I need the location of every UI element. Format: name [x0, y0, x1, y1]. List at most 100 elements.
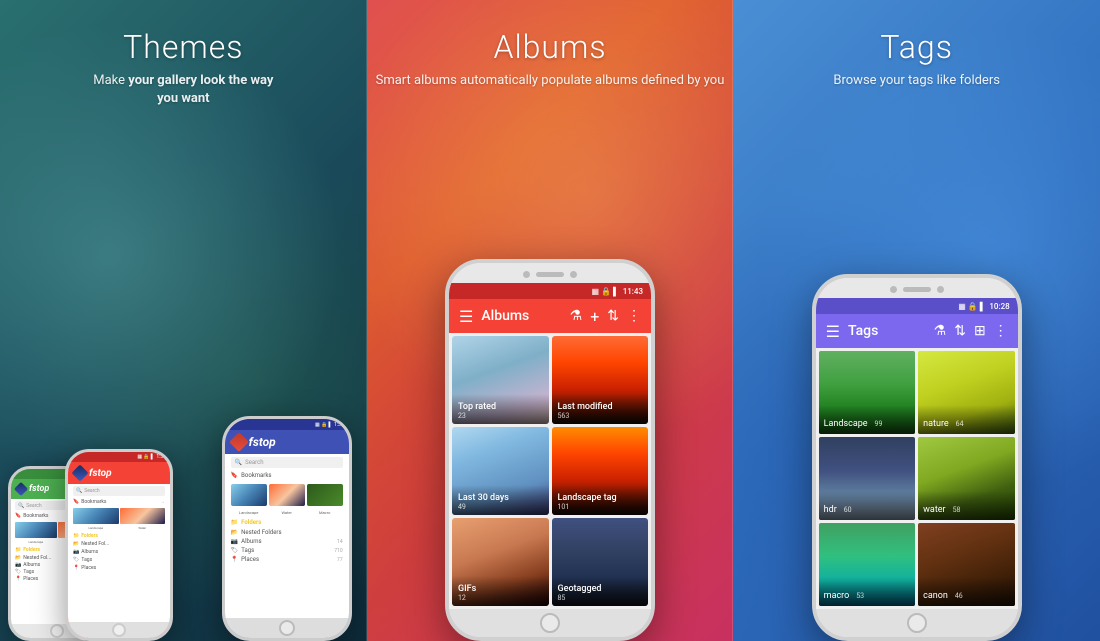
- tags-icon-blue: 🏷: [231, 547, 239, 554]
- albums-phone-container: ▦ 🔒 ▌ 11:43 ☰ Albums ⚗ + ⇅ ⋮: [367, 90, 734, 641]
- tags-status-icons: ▦ 🔒 ▌: [958, 302, 985, 311]
- thumb-m-blue: [307, 484, 343, 506]
- tag-landscape-count: 99: [875, 420, 883, 428]
- tags-sort-icon[interactable]: ⇅: [954, 323, 966, 339]
- themes-heading: Themes: [93, 28, 273, 66]
- fstop-diamond-blue: [229, 432, 249, 452]
- album-last-30-name: Last 30 days: [458, 493, 543, 503]
- tags-subtitle: Browse your tags like folders: [833, 72, 1000, 90]
- tag-canon[interactable]: canon 46: [918, 523, 1015, 606]
- tags-red: 🏷 Tags: [68, 556, 170, 564]
- folder-icon-1: 📁: [15, 547, 21, 553]
- add-icon[interactable]: +: [590, 307, 599, 326]
- tag-hdr-count: 60: [844, 506, 852, 514]
- tags-phone: ▦ 🔒 ▌ 10:28 ☰ Tags ⚗ ⇅ ⊞ ⋮: [812, 274, 1022, 641]
- places-count-blue: 77: [337, 557, 343, 563]
- bookmarks-label-1: Bookmarks: [23, 513, 48, 519]
- album-gifs[interactable]: GIFs 12: [452, 518, 549, 606]
- themes-phones: ▦ 🔒 ▌ 1:34 fstop 🔍 Search: [0, 108, 367, 641]
- album-landscape-count: 101: [558, 503, 643, 511]
- folders-label-blue: Folders: [241, 519, 261, 526]
- bookmarks-label-red: Bookmarks: [81, 499, 106, 505]
- tag-water[interactable]: water 58: [918, 437, 1015, 520]
- themes-panel: Themes Make your gallery look the wayyou…: [0, 0, 367, 641]
- folders-red: 📁 Folders: [68, 532, 170, 540]
- thumb-s-blue: [269, 484, 305, 506]
- album-last-modified-label: Last modified 563: [552, 394, 649, 424]
- tag-hdr[interactable]: hdr 60: [819, 437, 916, 520]
- tag-water-name: water: [923, 505, 945, 515]
- album-last-modified[interactable]: Last modified 563: [552, 336, 649, 424]
- tags-label-blue: Tags: [241, 547, 254, 554]
- places-label-red: Places: [81, 565, 96, 571]
- phone-top: [449, 263, 651, 283]
- camera-dot: [523, 271, 530, 278]
- tags-toolbar: ☰ Tags ⚗ ⇅ ⊞ ⋮: [816, 314, 1018, 348]
- bookmarks-blue: 🔖 Bookmarks: [225, 471, 349, 480]
- albums-heading: Albums: [376, 28, 725, 66]
- album-geo-name: Geotagged: [558, 584, 643, 594]
- albums-red: 📷 Albums: [68, 548, 170, 556]
- folders-blue: 📁 Folders: [225, 517, 349, 528]
- album-landscape-tag[interactable]: Landscape tag 101: [552, 427, 649, 515]
- nested-label-blue: Nested Folders: [241, 529, 281, 536]
- places-icon-red: 📍: [73, 565, 79, 571]
- album-last-30-label: Last 30 days 49: [452, 485, 549, 515]
- tag-macro[interactable]: macro 53: [819, 523, 916, 606]
- album-gifs-name: GIFs: [458, 584, 543, 594]
- album-last-30[interactable]: Last 30 days 49: [452, 427, 549, 515]
- search-icon-red: 🔍: [76, 488, 82, 494]
- album-gifs-count: 12: [458, 594, 543, 602]
- search-label-1: Search: [26, 503, 41, 509]
- tags-status-time: 10:28: [989, 302, 1009, 311]
- thumb-row-blue: [225, 482, 349, 508]
- status-red: ▦ 🔒 ▌ 1:34: [68, 452, 170, 462]
- album-top-rated-label: Top rated 23: [452, 394, 549, 424]
- app-header-red: fstop: [68, 462, 170, 484]
- places-icon-1: 📍: [15, 576, 21, 582]
- fstop-diamond-1: [14, 482, 28, 496]
- sort-icon[interactable]: ⇅: [607, 308, 619, 324]
- tag-canon-name: canon: [923, 591, 948, 601]
- tag-hdr-label: hdr 60: [819, 491, 916, 520]
- tags-screen: ▦ 🔒 ▌ 10:28 ☰ Tags ⚗ ⇅ ⊞ ⋮: [816, 298, 1018, 609]
- tags-hamburger-icon[interactable]: ☰: [826, 322, 840, 341]
- tags-count-blue: 710: [334, 548, 342, 554]
- album-top-rated[interactable]: Top rated 23: [452, 336, 549, 424]
- thumb-labels-red: Landscape Water: [68, 526, 170, 530]
- more-icon[interactable]: ⋮: [627, 308, 641, 324]
- tags-home-btn: [907, 613, 927, 633]
- albums-phone: ▦ 🔒 ▌ 11:43 ☰ Albums ⚗ + ⇅ ⋮: [445, 259, 655, 641]
- hamburger-icon[interactable]: ☰: [459, 307, 473, 326]
- tags-icon-red: 🏷: [73, 557, 79, 563]
- nested-label-red: Nested Fol...: [81, 541, 109, 547]
- bookmark-icon-1: 🔖: [15, 513, 21, 519]
- albums-status-icons: ▦ 🔒 ▌: [592, 287, 619, 296]
- tags-big-phone: ▦ 🔒 ▌ 10:28 ☰ Tags ⚗ ⇅ ⊞ ⋮: [812, 274, 1022, 641]
- tags-grid-icon[interactable]: ⊞: [974, 323, 986, 339]
- tag-water-label: water 58: [918, 491, 1015, 520]
- thumb-l-red: [73, 508, 119, 524]
- albums-blue: 📷 Albums 14: [225, 537, 349, 546]
- nested-icon-red: 📂: [73, 541, 79, 547]
- folders-label-red: Folders: [81, 533, 98, 539]
- tags-filter-icon[interactable]: ⚗: [934, 323, 947, 339]
- filter-icon[interactable]: ⚗: [570, 308, 583, 324]
- search-area-blue: 🔍 Search: [225, 454, 349, 471]
- tag-nature[interactable]: nature 64: [918, 351, 1015, 434]
- album-geotagged[interactable]: Geotagged 85: [552, 518, 649, 606]
- tag-landscape[interactable]: Landscape 99: [819, 351, 916, 434]
- tag-nature-label: nature 64: [918, 405, 1015, 434]
- tags-blue: 🏷 Tags 710: [225, 546, 349, 555]
- places-nav-label-1: Places: [23, 576, 38, 582]
- fstop-logo-red: fstop: [89, 468, 112, 479]
- nested-red: 📂 Nested Fol...: [68, 540, 170, 548]
- tags-more-icon[interactable]: ⋮: [994, 323, 1008, 339]
- thumb-s-red: [120, 508, 166, 524]
- tags-camera-dot: [890, 286, 897, 293]
- albums-home-bar: [449, 609, 651, 637]
- fstop-logo-1: fstop: [29, 484, 49, 494]
- nested-icon-blue: 📂: [231, 529, 238, 536]
- tags-camera-dot-2: [937, 286, 944, 293]
- search-icon-1: 🔍: [18, 503, 24, 509]
